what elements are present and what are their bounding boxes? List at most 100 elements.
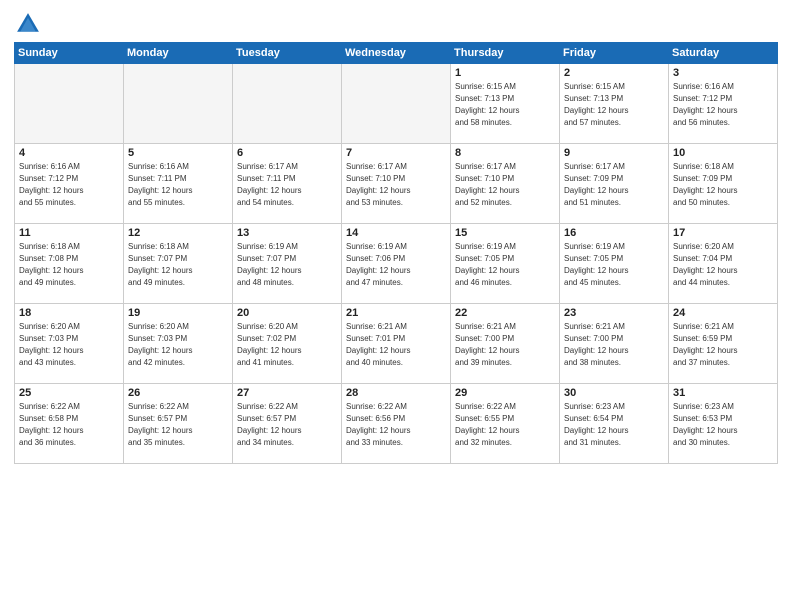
calendar-cell: 26 Sunrise: 6:22 AM Sunset: 6:57 PM Dayli… — [124, 384, 233, 464]
day-number: 24 — [673, 307, 773, 319]
calendar-cell: 9Sunrise: 6:17 AM Sunset: 7:09 PM Daylig… — [560, 144, 669, 224]
day-info: Sunrise: 6:22 AM Sunset: 6:57 PM Dayligh… — [128, 401, 228, 449]
day-number: 31 — [673, 387, 773, 399]
calendar-cell — [124, 64, 233, 144]
calendar-week-5: 25 Sunrise: 6:22 AM Sunset: 6:58 PM Dayli… — [15, 384, 778, 464]
weekday-header-monday: Monday — [124, 43, 233, 64]
day-info: Sunrise: 6:23 AM Sunset: 6:54 PM Dayligh… — [564, 401, 664, 449]
page-container: SundayMondayTuesdayWednesdayThursdayFrid… — [0, 0, 792, 472]
calendar-cell: 7 Sunrise: 6:17 AM Sunset: 7:10 PM Daylig… — [342, 144, 451, 224]
calendar-cell: 28 Sunrise: 6:22 AM Sunset: 6:56 PM Dayli… — [342, 384, 451, 464]
calendar-cell: 12Sunrise: 6:18 AM Sunset: 7:07 PM Dayli… — [124, 224, 233, 304]
calendar-cell: 27 Sunrise: 6:22 AM Sunset: 6:57 PM Dayli… — [233, 384, 342, 464]
day-number: 25 — [19, 387, 119, 399]
calendar-cell: 30Sunrise: 6:23 AM Sunset: 6:54 PM Dayli… — [560, 384, 669, 464]
day-number: 3 — [673, 67, 773, 79]
calendar-cell: 4 Sunrise: 6:16 AM Sunset: 7:12 PM Daylig… — [15, 144, 124, 224]
day-number: 5 — [128, 147, 228, 159]
day-number: 4 — [19, 147, 119, 159]
day-info: Sunrise: 6:19 AM Sunset: 7:06 PM Dayligh… — [346, 241, 446, 289]
day-info: Sunrise: 6:20 AM Sunset: 7:03 PM Dayligh… — [128, 321, 228, 369]
day-number: 15 — [455, 227, 555, 239]
day-number: 6 — [237, 147, 337, 159]
day-number: 9 — [564, 147, 664, 159]
header — [14, 10, 778, 38]
day-info: Sunrise: 6:21 AM Sunset: 7:01 PM Dayligh… — [346, 321, 446, 369]
day-info: Sunrise: 6:16 AM Sunset: 7:12 PM Dayligh… — [19, 161, 119, 209]
weekday-header-row: SundayMondayTuesdayWednesdayThursdayFrid… — [15, 43, 778, 64]
day-number: 17 — [673, 227, 773, 239]
day-info: Sunrise: 6:20 AM Sunset: 7:04 PM Dayligh… — [673, 241, 773, 289]
calendar-cell: 21 Sunrise: 6:21 AM Sunset: 7:01 PM Dayli… — [342, 304, 451, 384]
calendar-cell: 13 Sunrise: 6:19 AM Sunset: 7:07 PM Dayli… — [233, 224, 342, 304]
day-number: 29 — [455, 387, 555, 399]
calendar-week-2: 4 Sunrise: 6:16 AM Sunset: 7:12 PM Daylig… — [15, 144, 778, 224]
day-info: Sunrise: 6:15 AM Sunset: 7:13 PM Dayligh… — [455, 81, 555, 129]
logo — [14, 10, 46, 38]
calendar-cell: 31 Sunrise: 6:23 AM Sunset: 6:53 PM Dayli… — [669, 384, 778, 464]
day-number: 19 — [128, 307, 228, 319]
calendar-cell: 17 Sunrise: 6:20 AM Sunset: 7:04 PM Dayli… — [669, 224, 778, 304]
day-number: 22 — [455, 307, 555, 319]
calendar-cell — [233, 64, 342, 144]
day-number: 21 — [346, 307, 446, 319]
weekday-header-tuesday: Tuesday — [233, 43, 342, 64]
day-info: Sunrise: 6:15 AM Sunset: 7:13 PM Dayligh… — [564, 81, 664, 129]
day-info: Sunrise: 6:22 AM Sunset: 6:56 PM Dayligh… — [346, 401, 446, 449]
day-number: 7 — [346, 147, 446, 159]
day-number: 8 — [455, 147, 555, 159]
day-info: Sunrise: 6:17 AM Sunset: 7:11 PM Dayligh… — [237, 161, 337, 209]
day-info: Sunrise: 6:18 AM Sunset: 7:08 PM Dayligh… — [19, 241, 119, 289]
day-number: 20 — [237, 307, 337, 319]
day-info: Sunrise: 6:16 AM Sunset: 7:11 PM Dayligh… — [128, 161, 228, 209]
day-info: Sunrise: 6:21 AM Sunset: 7:00 PM Dayligh… — [564, 321, 664, 369]
calendar-cell: 25 Sunrise: 6:22 AM Sunset: 6:58 PM Dayli… — [15, 384, 124, 464]
calendar-week-3: 11Sunrise: 6:18 AM Sunset: 7:08 PM Dayli… — [15, 224, 778, 304]
weekday-header-wednesday: Wednesday — [342, 43, 451, 64]
calendar-cell — [342, 64, 451, 144]
day-number: 12 — [128, 227, 228, 239]
calendar-week-4: 18 Sunrise: 6:20 AM Sunset: 7:03 PM Dayli… — [15, 304, 778, 384]
calendar-cell: 16Sunrise: 6:19 AM Sunset: 7:05 PM Dayli… — [560, 224, 669, 304]
day-info: Sunrise: 6:19 AM Sunset: 7:05 PM Dayligh… — [455, 241, 555, 289]
calendar-cell: 1 Sunrise: 6:15 AM Sunset: 7:13 PM Daylig… — [451, 64, 560, 144]
calendar-cell: 6 Sunrise: 6:17 AM Sunset: 7:11 PM Daylig… — [233, 144, 342, 224]
calendar-cell: 29 Sunrise: 6:22 AM Sunset: 6:55 PM Dayli… — [451, 384, 560, 464]
calendar-cell: 10 Sunrise: 6:18 AM Sunset: 7:09 PM Dayli… — [669, 144, 778, 224]
day-info: Sunrise: 6:22 AM Sunset: 6:55 PM Dayligh… — [455, 401, 555, 449]
day-number: 13 — [237, 227, 337, 239]
day-number: 28 — [346, 387, 446, 399]
weekday-header-thursday: Thursday — [451, 43, 560, 64]
day-info: Sunrise: 6:22 AM Sunset: 6:58 PM Dayligh… — [19, 401, 119, 449]
calendar-cell: 22 Sunrise: 6:21 AM Sunset: 7:00 PM Dayli… — [451, 304, 560, 384]
day-number: 2 — [564, 67, 664, 79]
day-info: Sunrise: 6:16 AM Sunset: 7:12 PM Dayligh… — [673, 81, 773, 129]
day-number: 26 — [128, 387, 228, 399]
day-info: Sunrise: 6:22 AM Sunset: 6:57 PM Dayligh… — [237, 401, 337, 449]
calendar-cell: 20 Sunrise: 6:20 AM Sunset: 7:02 PM Dayli… — [233, 304, 342, 384]
calendar-cell — [15, 64, 124, 144]
day-number: 10 — [673, 147, 773, 159]
logo-icon — [14, 10, 42, 38]
calendar-cell: 2 Sunrise: 6:15 AM Sunset: 7:13 PM Daylig… — [560, 64, 669, 144]
day-info: Sunrise: 6:20 AM Sunset: 7:02 PM Dayligh… — [237, 321, 337, 369]
calendar-cell: 3 Sunrise: 6:16 AM Sunset: 7:12 PM Daylig… — [669, 64, 778, 144]
calendar-table: SundayMondayTuesdayWednesdayThursdayFrid… — [14, 42, 778, 464]
day-number: 18 — [19, 307, 119, 319]
day-info: Sunrise: 6:20 AM Sunset: 7:03 PM Dayligh… — [19, 321, 119, 369]
day-number: 27 — [237, 387, 337, 399]
calendar-week-1: 1 Sunrise: 6:15 AM Sunset: 7:13 PM Daylig… — [15, 64, 778, 144]
day-number: 1 — [455, 67, 555, 79]
calendar-cell: 24Sunrise: 6:21 AM Sunset: 6:59 PM Dayli… — [669, 304, 778, 384]
calendar-cell: 23Sunrise: 6:21 AM Sunset: 7:00 PM Dayli… — [560, 304, 669, 384]
calendar-cell: 11Sunrise: 6:18 AM Sunset: 7:08 PM Dayli… — [15, 224, 124, 304]
weekday-header-sunday: Sunday — [15, 43, 124, 64]
day-info: Sunrise: 6:19 AM Sunset: 7:07 PM Dayligh… — [237, 241, 337, 289]
calendar-cell: 8Sunrise: 6:17 AM Sunset: 7:10 PM Daylig… — [451, 144, 560, 224]
day-info: Sunrise: 6:18 AM Sunset: 7:09 PM Dayligh… — [673, 161, 773, 209]
day-info: Sunrise: 6:21 AM Sunset: 7:00 PM Dayligh… — [455, 321, 555, 369]
day-info: Sunrise: 6:23 AM Sunset: 6:53 PM Dayligh… — [673, 401, 773, 449]
day-number: 16 — [564, 227, 664, 239]
day-info: Sunrise: 6:17 AM Sunset: 7:10 PM Dayligh… — [346, 161, 446, 209]
calendar-cell: 15 Sunrise: 6:19 AM Sunset: 7:05 PM Dayli… — [451, 224, 560, 304]
